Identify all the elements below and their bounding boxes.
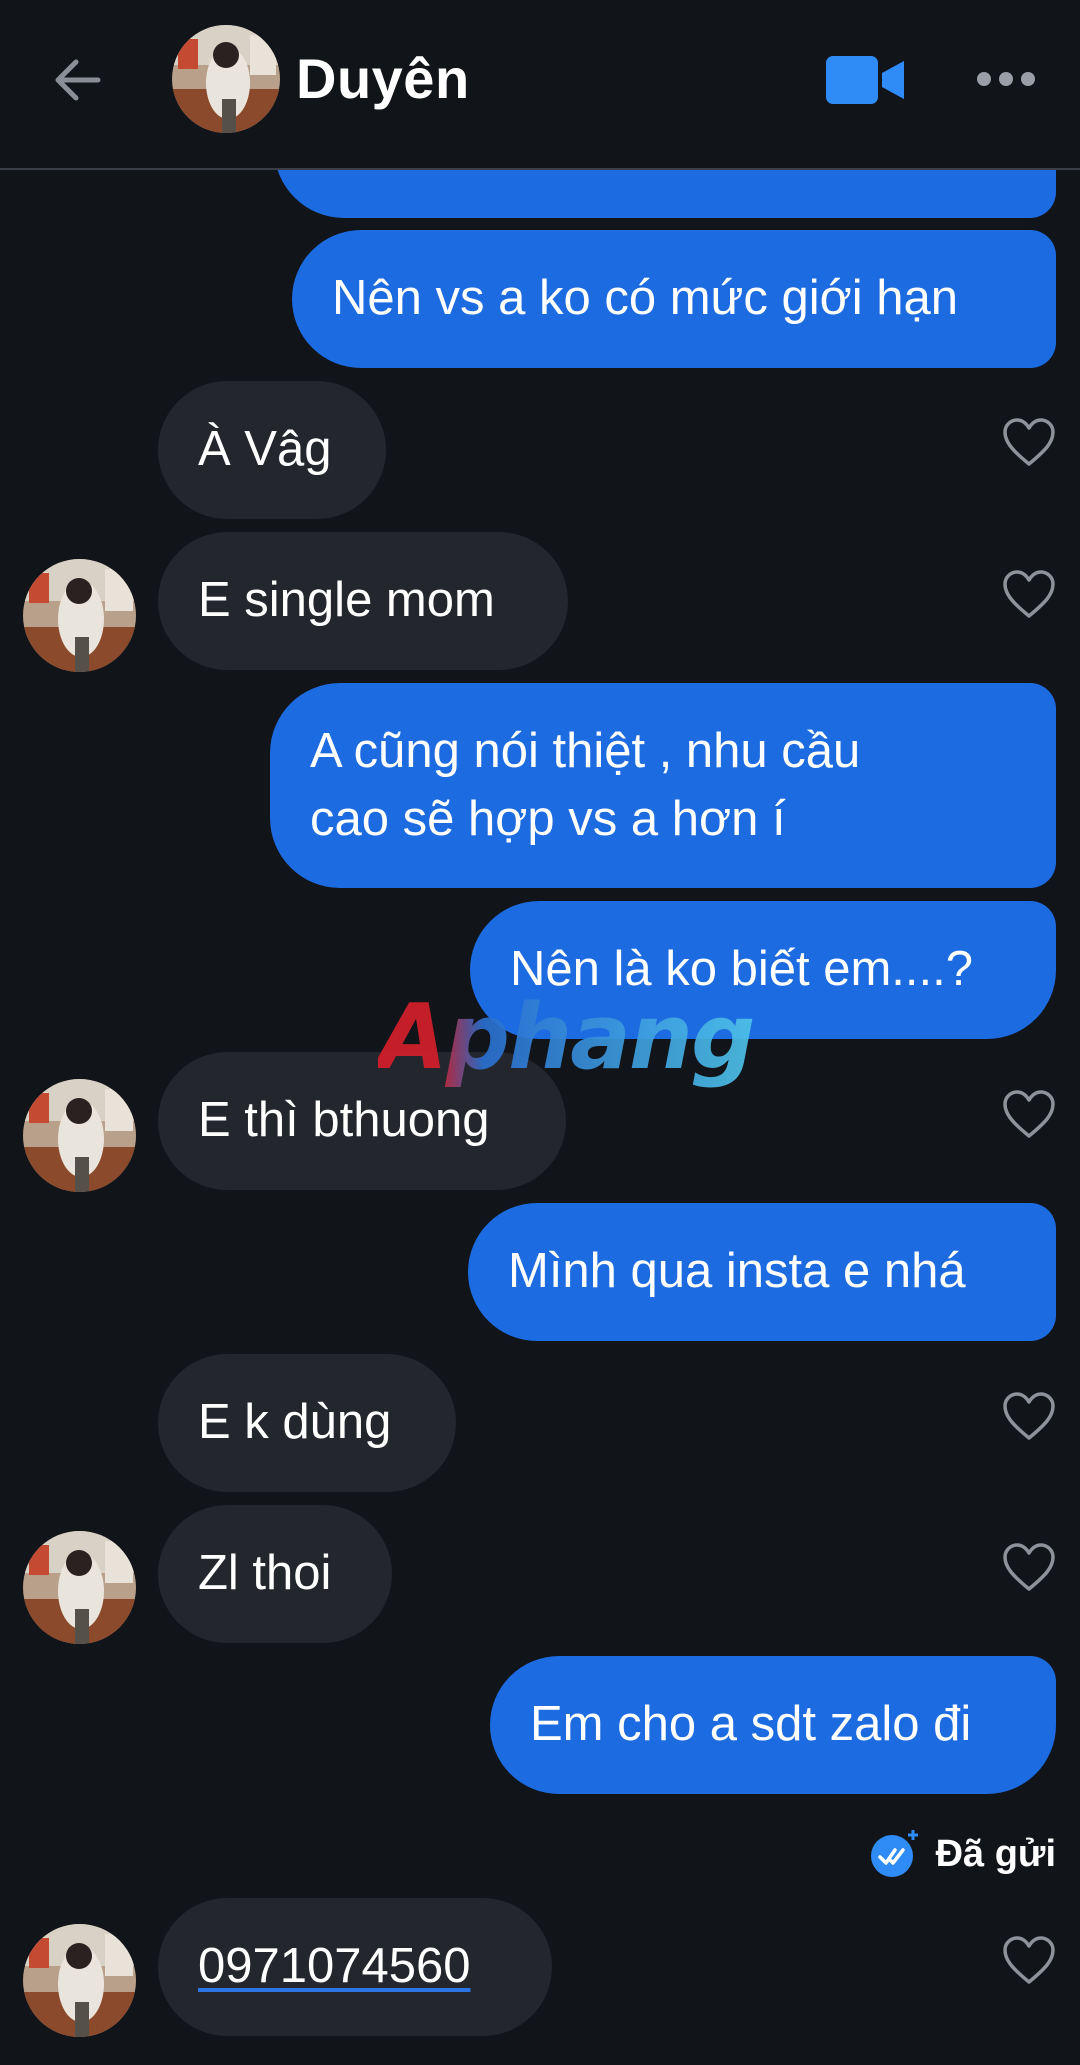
message-bubble-outgoing[interactable]: Em cho a sdt zalo đi <box>490 1656 1056 1794</box>
heart-icon[interactable] <box>1002 1392 1056 1442</box>
message-bubble-incoming[interactable]: À Vâg <box>158 381 386 519</box>
message-bubble-incoming[interactable]: Zl thoi <box>158 1505 392 1643</box>
message-bubble-incoming[interactable]: 0971074560 <box>158 1898 552 2036</box>
contact-avatar[interactable] <box>23 1531 136 1644</box>
message-text: Zl thoi <box>198 1546 332 1600</box>
contact-avatar[interactable] <box>172 25 280 133</box>
sent-status: Đã gửi <box>868 1826 1056 1882</box>
message-bubble-outgoing[interactable]: Nên vs a ko có mức giới hạn <box>292 230 1056 368</box>
contact-avatar[interactable] <box>23 1924 136 2037</box>
contact-avatar[interactable] <box>23 1079 136 1192</box>
message-text: E k dùng <box>198 1395 392 1449</box>
watermark-logo: Aphang <box>378 985 755 1090</box>
heart-icon[interactable] <box>1002 1090 1056 1140</box>
contact-name[interactable]: Duyên <box>296 44 470 114</box>
message-bubble-outgoing[interactable]: A cũng nói thiệt , nhu cầu cao sẽ hợp vs… <box>270 683 1056 888</box>
phone-number-link[interactable]: 0971074560 <box>198 1932 512 2000</box>
video-call-icon[interactable] <box>826 56 904 104</box>
message-bubble-incoming[interactable]: E k dùng <box>158 1354 456 1492</box>
message-text: Nên vs a ko có mức giới hạn <box>332 271 958 325</box>
double-check-icon <box>870 1830 918 1877</box>
message-text: E single mom <box>198 573 495 627</box>
heart-icon[interactable] <box>1002 570 1056 620</box>
contact-avatar[interactable] <box>23 559 136 672</box>
message-text-line: cao sẽ hợp vs a hơn í <box>310 792 786 846</box>
message-text: Mình qua insta e nhá <box>508 1244 966 1298</box>
heart-icon[interactable] <box>1002 1936 1056 1986</box>
more-options-icon[interactable] <box>976 66 1036 92</box>
message-text-line: A cũng nói thiệt , nhu cầu <box>310 724 861 778</box>
message-bubble-outgoing[interactable]: Mình qua insta e nhá <box>468 1203 1056 1341</box>
heart-icon[interactable] <box>1002 1543 1056 1593</box>
chat-header: Duyên <box>0 0 1080 170</box>
sent-status-label: Đã gửi <box>935 1832 1056 1875</box>
message-text: Em cho a sdt zalo đi <box>530 1697 972 1751</box>
heart-icon[interactable] <box>1002 418 1056 468</box>
message-bubble-incoming[interactable]: E single mom <box>158 532 568 670</box>
back-arrow-icon[interactable] <box>50 52 106 108</box>
message-text: À Vâg <box>198 422 332 476</box>
message-text: E thì bthuong <box>198 1093 490 1147</box>
